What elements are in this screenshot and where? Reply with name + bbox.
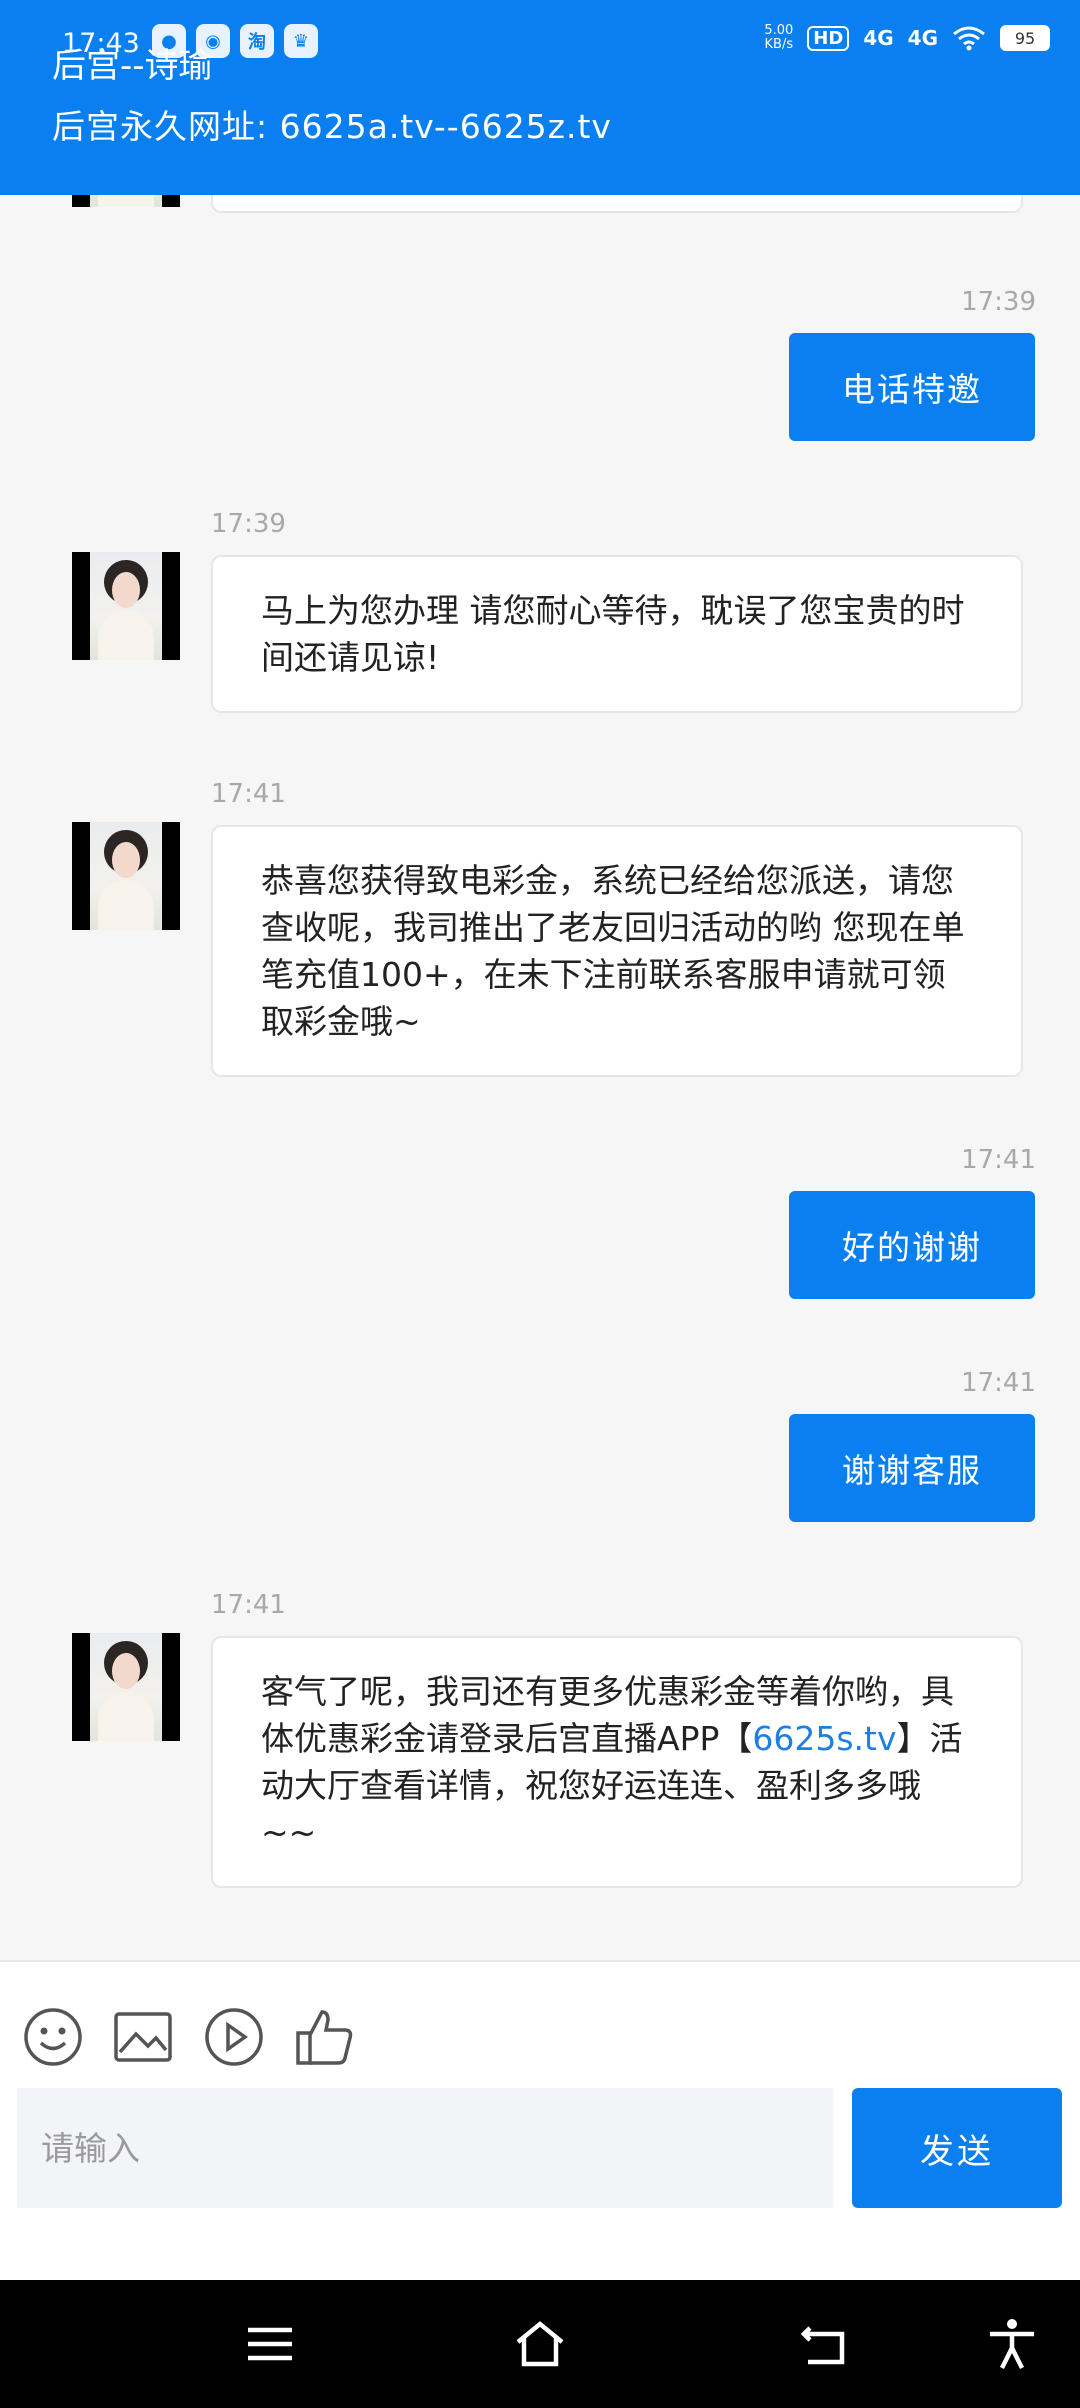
- send-button[interactable]: 发送: [852, 2088, 1062, 2208]
- chat-header: 17:43 ● ◉ 淘 ♛ 5.00 KB/s HD 4G 4G 95 后宫--…: [0, 0, 1080, 195]
- home-icon[interactable]: [514, 2318, 566, 2370]
- net-speed: 5.00 KB/s: [764, 23, 794, 52]
- system-nav-bar: [0, 2280, 1080, 2408]
- chat-subtitle: 后宫永久网址: 6625a.tv--6625z.tv: [52, 107, 612, 146]
- image-icon[interactable]: [112, 2006, 174, 2068]
- message-bubble-partial: [211, 195, 1023, 213]
- message-time: 17:41: [211, 1590, 286, 1620]
- notification-game-icon: ♛: [284, 24, 318, 58]
- status-indicators: 5.00 KB/s HD 4G 4G 95: [764, 24, 1050, 52]
- message-bubble-sent: 好的谢谢: [789, 1191, 1035, 1299]
- message-bubble-sent: 谢谢客服: [789, 1414, 1035, 1522]
- back-icon[interactable]: [800, 2318, 852, 2370]
- menu-icon[interactable]: [244, 2318, 296, 2370]
- chat-message-list[interactable]: 17:39 电话特邀 17:39 马上为您办理 请您耐心等待，耽误了您宝贵的时间…: [0, 195, 1080, 1960]
- smiley-icon[interactable]: [22, 2006, 84, 2068]
- agent-avatar: [72, 195, 180, 207]
- message-bubble-received: 客气了呢，我司还有更多优惠彩金等着你哟，具体优惠彩金请登录后宫直播APP【662…: [211, 1636, 1023, 1888]
- taobao-app-icon: 淘: [240, 24, 274, 58]
- agent-avatar: [72, 1633, 180, 1741]
- video-icon[interactable]: [203, 2006, 265, 2068]
- agent-avatar: [72, 822, 180, 930]
- wifi-icon: [953, 26, 985, 51]
- message-input[interactable]: [17, 2088, 833, 2208]
- message-bubble-received: 马上为您办理 请您耐心等待，耽误了您宝贵的时间还请见谅!: [211, 555, 1023, 713]
- accessibility-icon[interactable]: [986, 2318, 1038, 2370]
- agent-avatar: [72, 552, 180, 660]
- hd-badge: HD: [807, 25, 850, 51]
- message-time: 17:41: [961, 1145, 1036, 1175]
- battery-indicator: 95: [1000, 25, 1050, 51]
- message-time: 17:39: [211, 509, 286, 539]
- message-bubble-received: 恭喜您获得致电彩金，系统已经给您派送，请您查收呢，我司推出了老友回归活动的哟 您…: [211, 825, 1023, 1077]
- message-time: 17:41: [211, 779, 286, 809]
- thumbs-up-icon[interactable]: [294, 2006, 356, 2068]
- signal-icon-2: 4G: [907, 26, 938, 50]
- input-area: 发送: [0, 1960, 1080, 2282]
- message-time: 17:39: [961, 287, 1036, 317]
- signal-icon-1: 4G: [863, 26, 894, 50]
- message-bubble-sent: 电话特邀: [789, 333, 1035, 441]
- message-link[interactable]: 6625s.tv: [752, 1719, 896, 1758]
- message-time: 17:41: [961, 1368, 1036, 1398]
- chat-title: 后宫--诗瑜: [52, 46, 213, 86]
